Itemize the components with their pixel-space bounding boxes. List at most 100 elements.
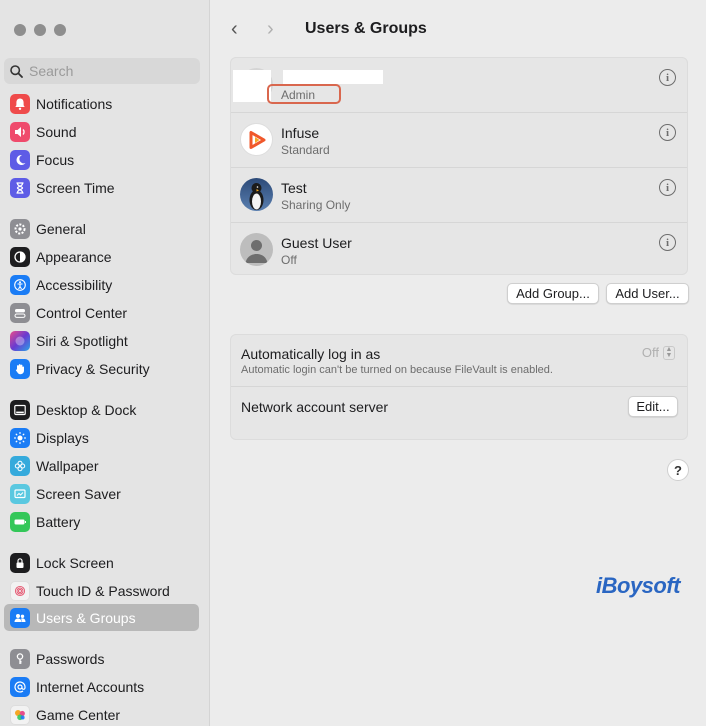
auto-login-value: Off	[641, 345, 659, 360]
search-icon	[10, 64, 23, 78]
help-button[interactable]: ?	[667, 459, 689, 481]
info-button[interactable]: i	[659, 234, 676, 251]
sidebar-item-accessibility[interactable]: Accessibility	[4, 271, 199, 298]
toolbar: ‹ › Users & Groups	[231, 18, 427, 40]
sidebar-item-label: Wallpaper	[36, 457, 99, 474]
sidebar-item-sound[interactable]: Sound	[4, 118, 199, 145]
sidebar-item-label: Users & Groups	[36, 609, 136, 626]
hourglass-icon	[10, 177, 30, 198]
sidebar-item-label: Screen Time	[36, 179, 115, 196]
siri-icon	[10, 330, 30, 351]
moon-icon	[10, 149, 30, 170]
sidebar-item-general[interactable]: General	[4, 215, 199, 242]
auto-login-row: Automatically log in as Automatic login …	[231, 335, 687, 387]
sidebar-item-label: Privacy & Security	[36, 360, 150, 377]
redacted-avatar	[233, 70, 271, 102]
watermark-logo: iBoysoft	[596, 573, 681, 598]
sidebar-item-label: Displays	[36, 429, 89, 446]
control-center-icon	[10, 302, 30, 323]
sidebar-item-label: Lock Screen	[36, 554, 114, 571]
sidebar-item-desktop-dock[interactable]: Desktop & Dock	[4, 396, 199, 423]
user-row-admin[interactable]: Admin i	[231, 58, 687, 113]
sidebar-item-touch-id[interactable]: Touch ID & Password	[4, 577, 199, 604]
sidebar-item-label: Touch ID & Password	[36, 582, 170, 599]
at-icon	[10, 676, 30, 697]
sidebar-item-displays[interactable]: Displays	[4, 424, 199, 451]
add-user-button[interactable]: Add User...	[606, 283, 689, 304]
flower-icon	[10, 455, 30, 476]
user-row-guest[interactable]: Guest User Off i	[231, 223, 687, 278]
bell-icon	[10, 93, 30, 114]
info-button[interactable]: i	[659, 179, 676, 196]
sidebar-item-screen-saver[interactable]: Screen Saver	[4, 480, 199, 507]
fingerprint-icon	[10, 580, 30, 601]
speaker-icon	[10, 121, 30, 142]
screensaver-icon	[10, 483, 30, 504]
sidebar-item-label: Internet Accounts	[36, 678, 145, 695]
appearance-icon	[10, 246, 30, 267]
zoom-window-button[interactable]	[54, 24, 66, 36]
sidebar-item-users-groups[interactable]: Users & Groups	[4, 604, 199, 631]
page-title: Users & Groups	[305, 20, 427, 37]
users-icon	[10, 607, 30, 628]
gear-icon	[10, 218, 30, 239]
auto-login-popup[interactable]: Off ▲ ▼	[642, 345, 675, 360]
sidebar-item-label: Passwords	[36, 650, 105, 667]
sidebar-item-label: Focus	[36, 151, 75, 168]
infuse-icon	[240, 123, 273, 156]
sidebar-item-lock-screen[interactable]: Lock Screen	[4, 549, 199, 576]
back-button[interactable]: ‹	[231, 18, 247, 40]
login-settings: Automatically log in as Automatic login …	[230, 334, 688, 440]
close-window-button[interactable]	[14, 24, 26, 36]
search-input[interactable]	[29, 63, 189, 79]
search-field[interactable]	[4, 58, 200, 84]
game-center-icon	[10, 704, 30, 725]
users-list: Admin i Infuse Standard i Test Sharing O…	[230, 57, 688, 275]
user-row-test[interactable]: Test Sharing Only i	[231, 168, 687, 223]
sidebar-item-label: Appearance	[36, 248, 112, 265]
sidebar-item-passwords[interactable]: Passwords	[4, 645, 199, 672]
user-row-infuse[interactable]: Infuse Standard i	[231, 113, 687, 168]
sidebar-item-game-center[interactable]: Game Center	[4, 701, 199, 726]
sidebar-item-privacy-security[interactable]: Privacy & Security	[4, 355, 199, 382]
sidebar-item-appearance[interactable]: Appearance	[4, 243, 199, 270]
sidebar-item-label: Screen Saver	[36, 485, 121, 502]
minimize-window-button[interactable]	[34, 24, 46, 36]
network-server-label: Network account server	[241, 399, 389, 415]
sidebar-item-notifications[interactable]: Notifications	[4, 90, 199, 117]
sidebar-item-control-center[interactable]: Control Center	[4, 299, 199, 326]
forward-button[interactable]: ›	[267, 18, 283, 40]
sidebar-item-label: Game Center	[36, 706, 121, 723]
user-role: Standard	[281, 143, 330, 157]
battery-icon	[10, 511, 30, 532]
redacted-name	[283, 70, 383, 84]
key-icon	[10, 648, 30, 669]
sidebar-item-internet-accounts[interactable]: Internet Accounts	[4, 673, 199, 700]
chevron-updown-icon: ▲ ▼	[663, 345, 675, 360]
sidebar-item-wallpaper[interactable]: Wallpaper	[4, 452, 199, 479]
sun-icon	[10, 427, 30, 448]
user-role: Off	[281, 253, 297, 267]
sidebar-item-label: General	[36, 220, 86, 237]
auto-login-label: Automatically log in as	[241, 346, 381, 362]
add-group-button[interactable]: Add Group...	[507, 283, 599, 304]
sidebar-item-screen-time[interactable]: Screen Time	[4, 174, 199, 201]
window-controls	[14, 24, 66, 36]
edit-network-button[interactable]: Edit...	[628, 396, 678, 417]
info-button[interactable]: i	[659, 124, 676, 141]
sidebar-item-label: Battery	[36, 513, 81, 530]
info-button[interactable]: i	[659, 69, 676, 86]
dock-icon	[10, 399, 30, 420]
user-name: Guest User	[281, 235, 352, 251]
sidebar-item-focus[interactable]: Focus	[4, 146, 199, 173]
sidebar-item-siri-spotlight[interactable]: Siri & Spotlight	[4, 327, 199, 354]
auto-login-note: Automatic login can't be turned on becau…	[241, 364, 553, 376]
penguin-avatar	[240, 178, 273, 211]
user-name: Infuse	[281, 125, 320, 141]
sidebar: Notifications Sound Focus Screen Time Ge…	[0, 0, 210, 726]
accessibility-icon	[10, 274, 30, 295]
sidebar-item-battery[interactable]: Battery	[4, 508, 199, 535]
user-role: Sharing Only	[281, 198, 351, 212]
sidebar-item-label: Siri & Spotlight	[36, 332, 128, 349]
sidebar-item-label: Accessibility	[36, 276, 113, 293]
